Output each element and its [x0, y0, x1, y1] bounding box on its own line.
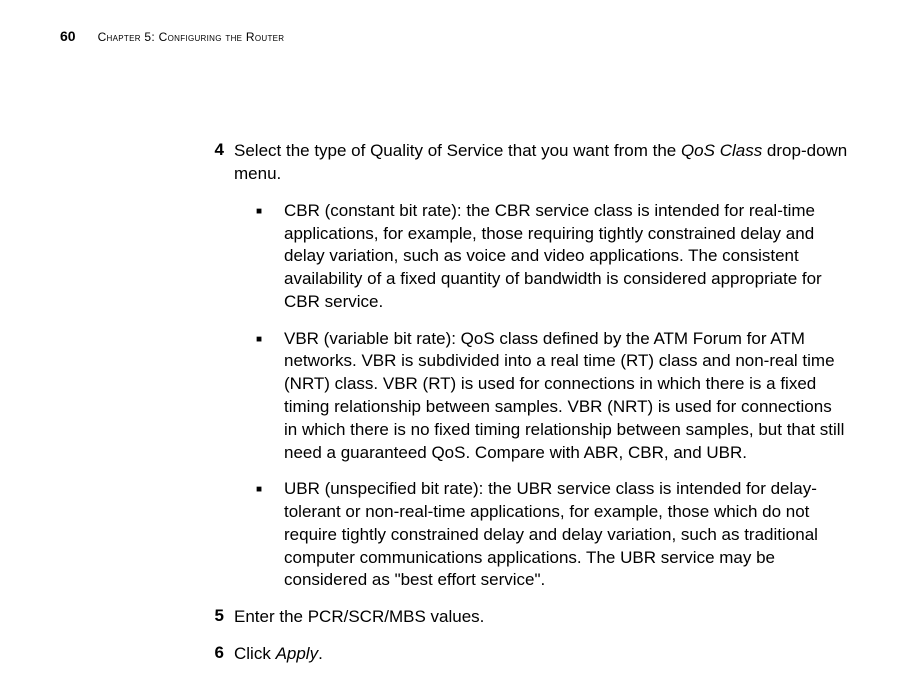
bullet-list: ■ CBR (constant bit rate): the CBR servi…	[256, 200, 852, 592]
content-area: 4 Select the type of Quality of Service …	[202, 140, 852, 666]
bullet-text: VBR (variable bit rate): QoS class defin…	[284, 328, 852, 465]
bullet-marker-icon: ■	[256, 200, 284, 314]
step-number: 4	[202, 140, 224, 186]
step-text: Select the type of Quality of Service th…	[234, 140, 852, 186]
step-number: 6	[202, 643, 224, 666]
step-text-part1: Select the type of Quality of Service th…	[234, 141, 681, 160]
step-6: 6 Click Apply.	[202, 643, 852, 666]
qos-class-italic: QoS Class	[681, 141, 762, 160]
step-text-part1: Click	[234, 644, 276, 663]
bullet-item-vbr: ■ VBR (variable bit rate): QoS class def…	[256, 328, 852, 465]
chapter-title: Chapter 5: Configuring the Router	[98, 30, 285, 44]
page-header: 60 Chapter 5: Configuring the Router	[60, 28, 852, 44]
step-number: 5	[202, 606, 224, 629]
bullet-item-ubr: ■ UBR (unspecified bit rate): the UBR se…	[256, 478, 852, 592]
step-text: Click Apply.	[234, 643, 852, 666]
bullet-marker-icon: ■	[256, 328, 284, 465]
step-text: Enter the PCR/SCR/MBS values.	[234, 606, 852, 629]
apply-italic: Apply	[276, 644, 319, 663]
step-5: 5 Enter the PCR/SCR/MBS values.	[202, 606, 852, 629]
bullet-text: CBR (constant bit rate): the CBR service…	[284, 200, 852, 314]
step-text-part2: .	[318, 644, 323, 663]
bullet-marker-icon: ■	[256, 478, 284, 592]
page-number: 60	[60, 28, 76, 44]
bullet-item-cbr: ■ CBR (constant bit rate): the CBR servi…	[256, 200, 852, 314]
bullet-text: UBR (unspecified bit rate): the UBR serv…	[284, 478, 852, 592]
step-4: 4 Select the type of Quality of Service …	[202, 140, 852, 186]
